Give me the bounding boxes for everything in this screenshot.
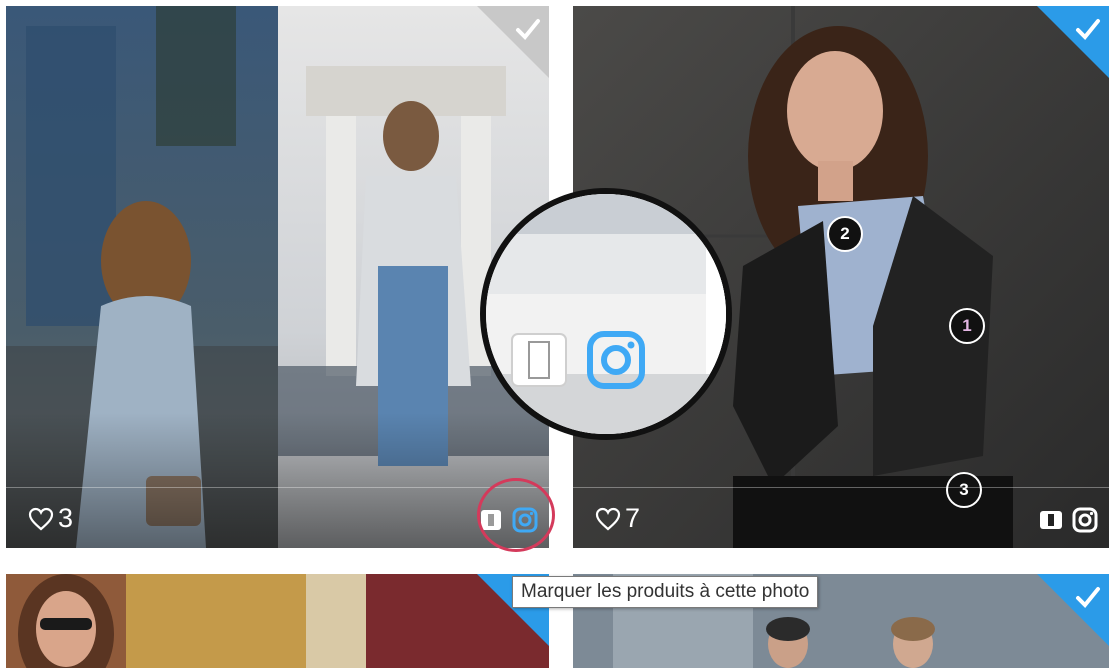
card-footer-divider (573, 487, 1109, 488)
hotspot-marker-1[interactable]: 1 (949, 308, 985, 344)
highlight-ring (477, 478, 555, 552)
product-tag-button[interactable] (1037, 506, 1065, 534)
likes-value: 7 (625, 503, 641, 533)
photo-card-1[interactable]: 3 (6, 6, 549, 548)
hotspot-marker-2[interactable]: 2 (827, 216, 863, 252)
card-footer-divider (6, 487, 549, 488)
instagram-button[interactable] (1071, 506, 1099, 534)
check-icon[interactable] (1075, 16, 1101, 42)
check-icon[interactable] (1075, 584, 1101, 610)
tooltip: Marquer les produits à cette photo (512, 576, 819, 608)
magnified-action-icons (486, 194, 726, 434)
likes-count: 3 (28, 503, 73, 534)
heart-icon[interactable] (595, 507, 621, 531)
heart-icon[interactable] (28, 507, 54, 531)
photo-card-3[interactable] (6, 574, 549, 668)
hotspot-marker-3[interactable]: 3 (946, 472, 982, 508)
instagram-icon (1072, 507, 1098, 533)
likes-count: 7 (595, 503, 640, 534)
product-tag-icon (511, 333, 567, 387)
check-icon[interactable] (515, 16, 541, 42)
photo-street-style-collage (6, 6, 549, 548)
zoom-magnifier (480, 188, 732, 440)
likes-value: 3 (58, 503, 74, 533)
product-tag-icon (1040, 511, 1062, 529)
photo-woman-sunglasses (6, 574, 549, 668)
